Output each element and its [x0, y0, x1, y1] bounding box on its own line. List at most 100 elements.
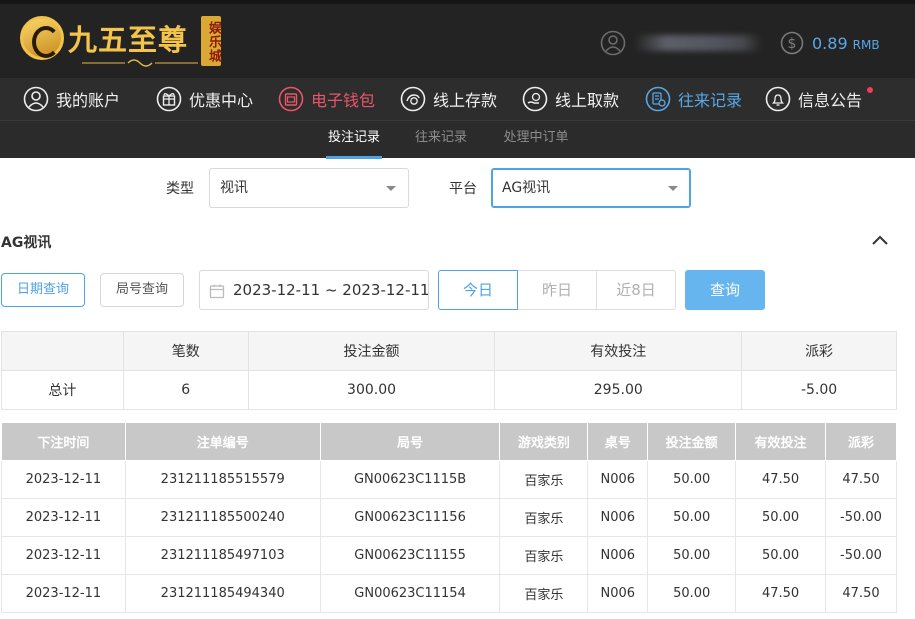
table-row[interactable]: 2023-12-11 231211185515579 GN00623C1115B…: [1, 460, 897, 499]
type-select-value: 视讯: [220, 180, 248, 196]
quick-date-last-8-days[interactable]: 近8日: [597, 270, 676, 310]
cell-game: 百家乐: [499, 536, 589, 575]
column-header[interactable]: 有效投注: [735, 422, 826, 461]
balance-amount: 0.89: [812, 33, 848, 53]
nav-item-my-account[interactable]: 我的账户: [23, 78, 120, 120]
nav-label: 往来记录: [678, 91, 743, 110]
column-header[interactable]: 派彩: [825, 422, 897, 461]
cell-table: N006: [587, 460, 649, 499]
summary-header-row: 笔数 投注金额 有效投注 派彩: [1, 331, 897, 371]
user-icon: [23, 86, 49, 112]
logo-ornament: [82, 59, 198, 67]
table-row[interactable]: 2023-12-11 231211185497103 GN00623C11155…: [1, 536, 897, 575]
cell-valid: 50.00: [735, 498, 826, 537]
summary-bet-amount: 300.00: [247, 370, 496, 410]
cell-time: 2023-12-11: [1, 536, 126, 575]
chevron-down-icon: [386, 186, 396, 191]
table-row[interactable]: 2023-12-11 231211185494340 GN00623C11154…: [1, 574, 897, 613]
cell-payout: -50.00: [825, 498, 897, 537]
platform-label: 平台: [449, 181, 477, 197]
nav-label: 我的账户: [56, 91, 121, 110]
round-query-button[interactable]: 局号查询: [100, 273, 184, 307]
quick-date-group: 今日 昨日 近8日: [438, 270, 676, 310]
cell-table: N006: [587, 574, 649, 613]
cell-valid: 47.50: [735, 574, 826, 613]
cell-payout: 47.50: [825, 460, 897, 499]
nav-label: 信息公告: [798, 91, 863, 110]
summary-header-cell: 派彩: [741, 331, 897, 371]
column-header[interactable]: 投注金额: [647, 422, 737, 461]
bell-icon: [765, 86, 791, 112]
tab-bet-records[interactable]: 投注记录: [326, 121, 382, 159]
summary-count: 6: [122, 370, 249, 410]
summary-header-cell: 有效投注: [494, 331, 743, 371]
section-title: AG视讯: [1, 235, 52, 251]
column-header[interactable]: 局号: [319, 422, 501, 461]
column-header[interactable]: 注单编号: [124, 422, 321, 461]
user-info[interactable]: [600, 28, 762, 58]
cell-bet: 50.00: [647, 460, 737, 499]
balance-display[interactable]: $ 0.89 RMB: [780, 31, 880, 55]
table-row[interactable]: 2023-12-11 231211185500240 GN00623C11156…: [1, 498, 897, 537]
nav-label: 电子钱包: [311, 91, 376, 110]
summary-table: 笔数 投注金额 有效投注 派彩 总计 6 300.00 295.00 -5.00: [1, 331, 897, 410]
summary-payout: -5.00: [741, 370, 897, 410]
platform-select[interactable]: AG视讯: [491, 168, 691, 208]
cell-round-id: GN00623C11154: [319, 574, 501, 613]
column-header[interactable]: 桌号: [587, 422, 649, 461]
quick-date-yesterday[interactable]: 昨日: [518, 270, 597, 310]
withdraw-icon: [522, 86, 548, 112]
cell-bet: 50.00: [647, 574, 737, 613]
nav-item-announcements[interactable]: 信息公告: [765, 78, 874, 120]
cell-payout: 47.50: [825, 574, 897, 613]
cell-order-id: 231211185494340: [124, 574, 321, 613]
cell-game: 百家乐: [499, 574, 589, 613]
cell-payout: -50.00: [825, 536, 897, 575]
query-button[interactable]: 查询: [685, 270, 765, 310]
date-range-picker[interactable]: 2023-12-11 ~ 2023-12-11: [199, 270, 429, 310]
cell-round-id: GN00623C1115B: [319, 460, 501, 499]
record-subtabs: 投注记录 往来记录 处理中订单: [0, 120, 915, 159]
nav-item-promotions[interactable]: 优惠中心: [156, 78, 253, 120]
nav-label: 线上取款: [555, 91, 620, 110]
username-redacted: [634, 35, 762, 51]
cell-bet: 50.00: [647, 536, 737, 575]
main-nav: 我的账户 优惠中心 电子钱包 线上存款 线上取款 往来记录 信息公告: [0, 78, 915, 120]
cell-order-id: 231211185515579: [124, 460, 321, 499]
tab-transaction-records[interactable]: 往来记录: [412, 121, 470, 159]
balance-currency: RMB: [852, 37, 880, 52]
nav-item-online-deposit[interactable]: 线上存款: [400, 78, 497, 120]
type-label: 类型: [166, 181, 194, 197]
summary-valid-bet: 295.00: [494, 370, 743, 410]
summary-total-label: 总计: [1, 370, 124, 410]
nav-item-e-wallet[interactable]: 电子钱包: [278, 78, 375, 120]
summary-total-row: 总计 6 300.00 295.00 -5.00: [1, 370, 897, 410]
cell-valid: 47.50: [735, 460, 826, 499]
date-query-button[interactable]: 日期查询: [1, 273, 85, 307]
logo-emblem: [20, 16, 64, 60]
bet-records-table: 下注时间 注单编号 局号 游戏类别 桌号 投注金额 有效投注 派彩 2023-1…: [1, 422, 897, 613]
records-icon: [645, 86, 671, 112]
date-range-value: 2023-12-11 ~ 2023-12-11: [233, 281, 430, 299]
tab-pending-orders[interactable]: 处理中订单: [500, 121, 572, 159]
nav-item-records[interactable]: 往来记录: [645, 78, 742, 120]
svg-text:$: $: [788, 36, 797, 52]
cell-round-id: GN00623C11155: [319, 536, 501, 575]
wallet-icon: [278, 86, 304, 112]
cell-table: N006: [587, 498, 649, 537]
column-header[interactable]: 游戏类别: [499, 422, 589, 461]
column-header[interactable]: 下注时间: [1, 422, 126, 461]
platform-select-value: AG视讯: [502, 180, 551, 196]
type-select[interactable]: 视讯: [209, 168, 409, 208]
summary-header-cell: 笔数: [122, 331, 249, 371]
nav-item-online-withdraw[interactable]: 线上取款: [522, 78, 619, 120]
brand-logo[interactable]: 九五至尊 娱乐城: [20, 14, 225, 72]
cell-game: 百家乐: [499, 498, 589, 537]
chevron-up-icon[interactable]: [870, 232, 890, 248]
site-header: 九五至尊 娱乐城 $ 0.89 RMB: [0, 0, 915, 78]
cell-time: 2023-12-11: [1, 498, 126, 537]
cell-valid: 50.00: [735, 536, 826, 575]
table-header-row: 下注时间 注单编号 局号 游戏类别 桌号 投注金额 有效投注 派彩: [1, 422, 897, 461]
quick-date-today[interactable]: 今日: [438, 270, 518, 310]
chevron-down-icon: [668, 186, 678, 191]
